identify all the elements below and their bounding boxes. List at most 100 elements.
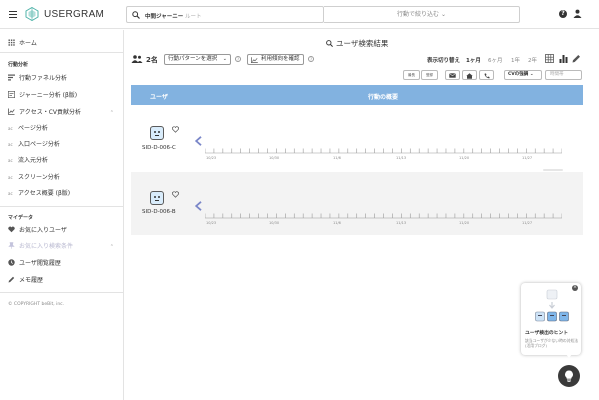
tick-label: 11/20 <box>459 156 470 160</box>
column-header-user: ユーザ <box>150 94 168 101</box>
usergram-logo[interactable] <box>25 7 39 21</box>
info-icon[interactable]: ? <box>308 56 314 62</box>
sidebar-item-label: お気に入りユーザ <box>19 227 67 234</box>
divider <box>0 292 124 293</box>
tab-1-month[interactable]: 1ヶ月 <box>466 56 481 64</box>
favorite-heart-icon[interactable] <box>172 126 179 133</box>
close-icon[interactable]: × <box>572 285 578 291</box>
chevron-up-icon[interactable]: ⌃ <box>110 242 114 252</box>
sidebar-item-memo[interactable]: メモ履歴 <box>8 276 118 286</box>
tick-label: 11/13 <box>396 156 407 160</box>
behavior-pattern-select[interactable]: 行動パターンを選択 ⌄ <box>164 54 231 65</box>
sidebar-item-label: ページ分析 <box>18 125 48 132</box>
ac-prefix: ac <box>8 175 13 180</box>
ac-prefix: ac <box>8 126 13 131</box>
heart-icon <box>8 226 15 233</box>
ac-prefix: ac <box>8 142 13 147</box>
cv-highlight-select[interactable]: CVの強調 ⌄ <box>504 70 542 80</box>
edit-icon[interactable] <box>572 54 581 63</box>
page-title: ユーザ検索結果 <box>326 38 388 49</box>
sidebar-item-access-cv[interactable]: アクセス・CV貢献分析 ⌃ <box>8 108 118 118</box>
column-header-behavior: 行動の概要 <box>368 94 399 101</box>
user-avatar[interactable] <box>150 126 164 140</box>
brand-name: USERGRAM <box>44 9 105 20</box>
user-count-value: 2名 <box>146 56 158 64</box>
chevron-down-icon: ⌄ <box>222 56 227 62</box>
menu-icon[interactable] <box>9 11 17 18</box>
user-avatar[interactable] <box>150 191 164 205</box>
journey-icon <box>8 91 15 98</box>
lightbulb-icon <box>565 370 573 382</box>
hint-toggle-button[interactable] <box>558 365 580 387</box>
tab-1-year[interactable]: 1年 <box>511 56 520 64</box>
sidebar-item-page[interactable]: ac ページ分析 <box>8 124 118 134</box>
hint-title: ユーザ検出のヒント <box>525 331 569 336</box>
sidebar: ホーム 行動分析 行動ファネル分析 ジャーニー分析 (β版) アクセス・CV貢献… <box>0 30 124 400</box>
user-count: 2名 <box>131 55 158 65</box>
sidebar-item-entry-page[interactable]: ac 入口ページ分析 <box>8 140 118 150</box>
favorite-heart-icon[interactable] <box>172 191 179 198</box>
tick-label: 10/30 <box>269 221 280 225</box>
table-row[interactable]: SID-D-006-B 10/23 10/30 11/6 11/13 11/20… <box>131 172 583 235</box>
sidebar-item-journey[interactable]: ジャーニー分析 (β版) <box>8 91 118 101</box>
store-icon <box>466 72 473 79</box>
search-icon <box>326 40 333 47</box>
table-view-icon[interactable] <box>545 54 554 63</box>
tick-label: 11/6 <box>333 156 341 160</box>
ac-prefix: ac <box>8 158 13 163</box>
behavior-filter[interactable]: 行動で絞り込む ⌄ <box>324 6 520 23</box>
usage-trend-button[interactable]: 利用傾向を確認 <box>247 54 304 65</box>
chevron-up-icon[interactable]: ⌃ <box>110 108 114 118</box>
help-icon[interactable]: ? <box>559 10 567 18</box>
sidebar-item-home[interactable]: ホーム <box>8 38 37 47</box>
longest-button[interactable]: 最長 <box>403 70 420 80</box>
sidebar-item-label: スクリーン分析 <box>18 174 60 181</box>
register-button[interactable]: 登録 <box>421 70 438 80</box>
tick-label: 11/13 <box>396 221 407 225</box>
search-box[interactable]: 中間ジャーニー ルート <box>126 6 324 23</box>
sidebar-item-fav-users[interactable]: お気に入りユーザ <box>8 226 118 236</box>
session-id[interactable]: SID-D-006-B <box>142 209 176 215</box>
phone-filter-button[interactable] <box>479 70 494 80</box>
tab-2-years[interactable]: 2年 <box>528 56 537 64</box>
bar-chart-icon[interactable] <box>559 54 568 63</box>
table-row[interactable]: SID-D-006-C 10/23 10/30 11/6 11/13 11/20… <box>131 105 583 171</box>
hint-link[interactable]: 該当ユーザが少ない時の対処法 (活用ブログ) <box>525 338 579 348</box>
user-account-icon[interactable] <box>573 9 582 18</box>
sidebar-item-history[interactable]: ユーザ閲覧履歴 <box>8 259 118 269</box>
sidebar-item-label: アクセス概要 (β版) <box>18 190 71 197</box>
top-bar: USERGRAM 中間ジャーニー ルート 行動で絞り込む ⌄ ? <box>0 0 599 29</box>
hint-card[interactable]: × ユーザ検出のヒント 該当ユーザが少ない時の対処法 (活用ブログ) <box>521 283 581 355</box>
sidebar-item-label: ジャーニー分析 (β版) <box>19 92 78 99</box>
phone-icon <box>484 73 489 78</box>
pattern-select-label: 行動パターンを選択 <box>168 56 218 62</box>
search-icon <box>132 11 140 19</box>
pencil-icon <box>8 276 15 283</box>
search-scope[interactable]: 中間ジャーニー <box>145 12 183 20</box>
sidebar-item-access-overview[interactable]: ac アクセス概要 (β版) <box>8 189 118 199</box>
copyright: © COPYRIGHT beBit, inc. <box>8 302 65 307</box>
sidebar-item-funnel[interactable]: 行動ファネル分析 <box>8 74 118 84</box>
chevron-left-icon[interactable] <box>195 136 202 146</box>
hint-illustration-icon <box>535 289 569 322</box>
time-order-select[interactable]: 時間帯 <box>545 70 582 80</box>
chevron-left-icon[interactable] <box>195 201 202 211</box>
activity-timeline <box>205 213 562 219</box>
sidebar-item-fav-search[interactable]: お気に入り検索条件 ⌃ <box>8 242 118 252</box>
tab-6-months[interactable]: 6ヶ月 <box>488 56 503 64</box>
scroll-handle[interactable] <box>543 169 563 171</box>
history-icon <box>8 259 15 266</box>
session-id[interactable]: SID-D-006-C <box>142 145 176 151</box>
sidebar-item-referrer[interactable]: ac 流入元分析 <box>8 156 118 166</box>
mail-icon <box>449 72 456 78</box>
mail-filter-button[interactable] <box>445 70 460 80</box>
info-icon[interactable]: ? <box>235 56 241 62</box>
grid-icon <box>8 39 15 46</box>
users-icon <box>131 55 143 63</box>
store-filter-button[interactable] <box>462 70 477 80</box>
search-input[interactable]: ルート <box>185 12 202 20</box>
pin-icon <box>8 242 15 249</box>
sidebar-item-screen[interactable]: ac スクリーン分析 <box>8 173 118 183</box>
chart-icon <box>8 108 15 115</box>
tick-label: 10/30 <box>269 156 280 160</box>
